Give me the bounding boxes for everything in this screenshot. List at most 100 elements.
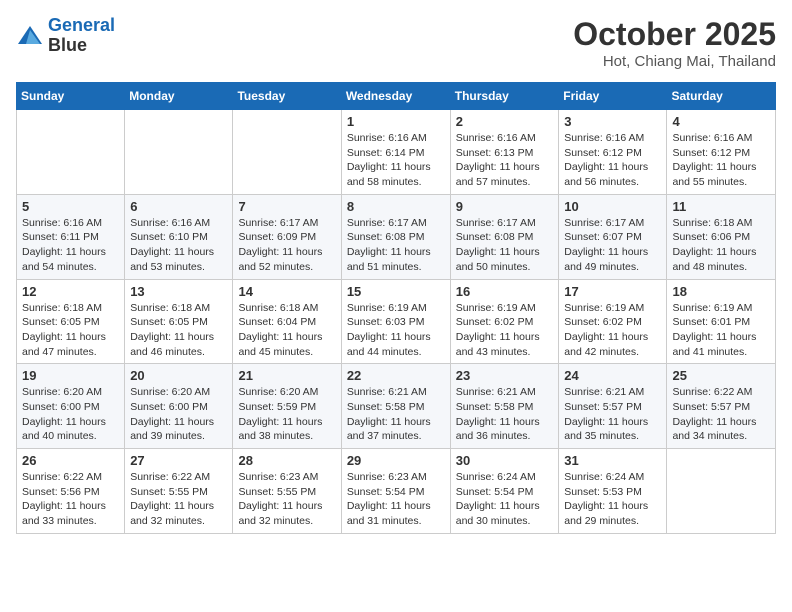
calendar-week-row: 19 Sunrise: 6:20 AM Sunset: 6:00 PM Dayli… — [17, 364, 776, 449]
logo-text: General Blue — [48, 16, 115, 56]
calendar-cell — [17, 110, 125, 195]
day-info: Sunrise: 6:16 AM Sunset: 6:14 PM Dayligh… — [347, 131, 445, 190]
calendar-cell: 16 Sunrise: 6:19 AM Sunset: 6:02 PM Dayli… — [450, 279, 559, 364]
page-header: General Blue October 2025 Hot, Chiang Ma… — [16, 16, 776, 70]
day-number: 27 — [130, 453, 227, 468]
day-info: Sunrise: 6:22 AM Sunset: 5:57 PM Dayligh… — [672, 385, 770, 444]
day-number: 12 — [22, 284, 119, 299]
title-block: October 2025 Hot, Chiang Mai, Thailand — [573, 16, 776, 70]
day-info: Sunrise: 6:20 AM Sunset: 6:00 PM Dayligh… — [130, 385, 227, 444]
day-number: 13 — [130, 284, 227, 299]
day-info: Sunrise: 6:17 AM Sunset: 6:07 PM Dayligh… — [564, 216, 661, 275]
calendar-cell: 21 Sunrise: 6:20 AM Sunset: 5:59 PM Dayli… — [233, 364, 341, 449]
calendar-cell: 4 Sunrise: 6:16 AM Sunset: 6:12 PM Daylig… — [667, 110, 776, 195]
day-number: 19 — [22, 368, 119, 383]
calendar-cell — [233, 110, 341, 195]
day-number: 4 — [672, 114, 770, 129]
logo-line1: General — [48, 15, 115, 35]
day-number: 31 — [564, 453, 661, 468]
calendar-cell: 29 Sunrise: 6:23 AM Sunset: 5:54 PM Dayli… — [341, 449, 450, 534]
calendar-cell: 23Sunrise: 6:21 AM Sunset: 5:58 PM Dayli… — [450, 364, 559, 449]
weekday-header-cell: Tuesday — [233, 83, 341, 110]
day-info: Sunrise: 6:18 AM Sunset: 6:04 PM Dayligh… — [238, 301, 335, 360]
day-info: Sunrise: 6:21 AM Sunset: 5:57 PM Dayligh… — [564, 385, 661, 444]
calendar-cell — [667, 449, 776, 534]
day-number: 10 — [564, 199, 661, 214]
day-info: Sunrise: 6:16 AM Sunset: 6:10 PM Dayligh… — [130, 216, 227, 275]
calendar-cell: 18 Sunrise: 6:19 AM Sunset: 6:01 PM Dayli… — [667, 279, 776, 364]
weekday-header-row: SundayMondayTuesdayWednesdayThursdayFrid… — [17, 83, 776, 110]
calendar-cell: 12 Sunrise: 6:18 AM Sunset: 6:05 PM Dayli… — [17, 279, 125, 364]
calendar-cell: 13 Sunrise: 6:18 AM Sunset: 6:05 PM Dayli… — [125, 279, 233, 364]
day-number: 24 — [564, 368, 661, 383]
day-number: 9 — [456, 199, 554, 214]
calendar-cell: 22Sunrise: 6:21 AM Sunset: 5:58 PM Dayli… — [341, 364, 450, 449]
calendar-cell: 14 Sunrise: 6:18 AM Sunset: 6:04 PM Dayli… — [233, 279, 341, 364]
day-number: 28 — [238, 453, 335, 468]
calendar-body: 1 Sunrise: 6:16 AM Sunset: 6:14 PM Daylig… — [17, 110, 776, 534]
calendar-cell: 9 Sunrise: 6:17 AM Sunset: 6:08 PM Daylig… — [450, 194, 559, 279]
calendar-cell: 24 Sunrise: 6:21 AM Sunset: 5:57 PM Dayli… — [559, 364, 667, 449]
calendar-cell: 30 Sunrise: 6:24 AM Sunset: 5:54 PM Dayli… — [450, 449, 559, 534]
calendar-week-row: 1 Sunrise: 6:16 AM Sunset: 6:14 PM Daylig… — [17, 110, 776, 195]
day-number: 20 — [130, 368, 227, 383]
day-info: Sunrise: 6:19 AM Sunset: 6:03 PM Dayligh… — [347, 301, 445, 360]
weekday-header-cell: Saturday — [667, 83, 776, 110]
day-info: Sunrise: 6:17 AM Sunset: 6:08 PM Dayligh… — [456, 216, 554, 275]
day-number: 16 — [456, 284, 554, 299]
day-info: Sunrise: 6:19 AM Sunset: 6:02 PM Dayligh… — [564, 301, 661, 360]
day-number: 30 — [456, 453, 554, 468]
calendar-cell: 26Sunrise: 6:22 AM Sunset: 5:56 PM Dayli… — [17, 449, 125, 534]
day-info: Sunrise: 6:23 AM Sunset: 5:54 PM Dayligh… — [347, 470, 445, 529]
calendar-cell: 3 Sunrise: 6:16 AM Sunset: 6:12 PM Daylig… — [559, 110, 667, 195]
day-number: 5 — [22, 199, 119, 214]
location-subtitle: Hot, Chiang Mai, Thailand — [573, 53, 776, 70]
logo-icon — [16, 24, 44, 48]
calendar-table: SundayMondayTuesdayWednesdayThursdayFrid… — [16, 82, 776, 534]
weekday-header-cell: Thursday — [450, 83, 559, 110]
calendar-cell: 6Sunrise: 6:16 AM Sunset: 6:10 PM Daylig… — [125, 194, 233, 279]
day-number: 1 — [347, 114, 445, 129]
weekday-header-cell: Sunday — [17, 83, 125, 110]
day-info: Sunrise: 6:16 AM Sunset: 6:13 PM Dayligh… — [456, 131, 554, 190]
calendar-cell: 27 Sunrise: 6:22 AM Sunset: 5:55 PM Dayli… — [125, 449, 233, 534]
day-info: Sunrise: 6:16 AM Sunset: 6:12 PM Dayligh… — [672, 131, 770, 190]
day-number: 14 — [238, 284, 335, 299]
calendar-cell: 19 Sunrise: 6:20 AM Sunset: 6:00 PM Dayli… — [17, 364, 125, 449]
weekday-header-cell: Friday — [559, 83, 667, 110]
calendar-cell: 2 Sunrise: 6:16 AM Sunset: 6:13 PM Daylig… — [450, 110, 559, 195]
day-number: 7 — [238, 199, 335, 214]
calendar-cell: 25 Sunrise: 6:22 AM Sunset: 5:57 PM Dayli… — [667, 364, 776, 449]
day-number: 25 — [672, 368, 770, 383]
day-info: Sunrise: 6:22 AM Sunset: 5:56 PM Dayligh… — [22, 470, 119, 529]
day-info: Sunrise: 6:24 AM Sunset: 5:54 PM Dayligh… — [456, 470, 554, 529]
day-number: 29 — [347, 453, 445, 468]
day-info: Sunrise: 6:23 AM Sunset: 5:55 PM Dayligh… — [238, 470, 335, 529]
calendar-week-row: 12 Sunrise: 6:18 AM Sunset: 6:05 PM Dayli… — [17, 279, 776, 364]
calendar-week-row: 5 Sunrise: 6:16 AM Sunset: 6:11 PM Daylig… — [17, 194, 776, 279]
day-info: Sunrise: 6:19 AM Sunset: 6:01 PM Dayligh… — [672, 301, 770, 360]
day-info: Sunrise: 6:24 AM Sunset: 5:53 PM Dayligh… — [564, 470, 661, 529]
month-title: October 2025 — [573, 16, 776, 53]
calendar-week-row: 26Sunrise: 6:22 AM Sunset: 5:56 PM Dayli… — [17, 449, 776, 534]
day-info: Sunrise: 6:18 AM Sunset: 6:05 PM Dayligh… — [22, 301, 119, 360]
day-number: 3 — [564, 114, 661, 129]
day-info: Sunrise: 6:20 AM Sunset: 5:59 PM Dayligh… — [238, 385, 335, 444]
day-info: Sunrise: 6:19 AM Sunset: 6:02 PM Dayligh… — [456, 301, 554, 360]
day-number: 11 — [672, 199, 770, 214]
logo-line2: Blue — [48, 36, 115, 56]
day-info: Sunrise: 6:17 AM Sunset: 6:08 PM Dayligh… — [347, 216, 445, 275]
day-info: Sunrise: 6:16 AM Sunset: 6:12 PM Dayligh… — [564, 131, 661, 190]
day-number: 2 — [456, 114, 554, 129]
day-number: 21 — [238, 368, 335, 383]
logo: General Blue — [16, 16, 115, 56]
calendar-cell: 28 Sunrise: 6:23 AM Sunset: 5:55 PM Dayli… — [233, 449, 341, 534]
calendar-cell: 7Sunrise: 6:17 AM Sunset: 6:09 PM Daylig… — [233, 194, 341, 279]
day-info: Sunrise: 6:22 AM Sunset: 5:55 PM Dayligh… — [130, 470, 227, 529]
day-info: Sunrise: 6:18 AM Sunset: 6:05 PM Dayligh… — [130, 301, 227, 360]
day-number: 18 — [672, 284, 770, 299]
day-info: Sunrise: 6:20 AM Sunset: 6:00 PM Dayligh… — [22, 385, 119, 444]
day-number: 8 — [347, 199, 445, 214]
weekday-header-cell: Wednesday — [341, 83, 450, 110]
day-info: Sunrise: 6:16 AM Sunset: 6:11 PM Dayligh… — [22, 216, 119, 275]
